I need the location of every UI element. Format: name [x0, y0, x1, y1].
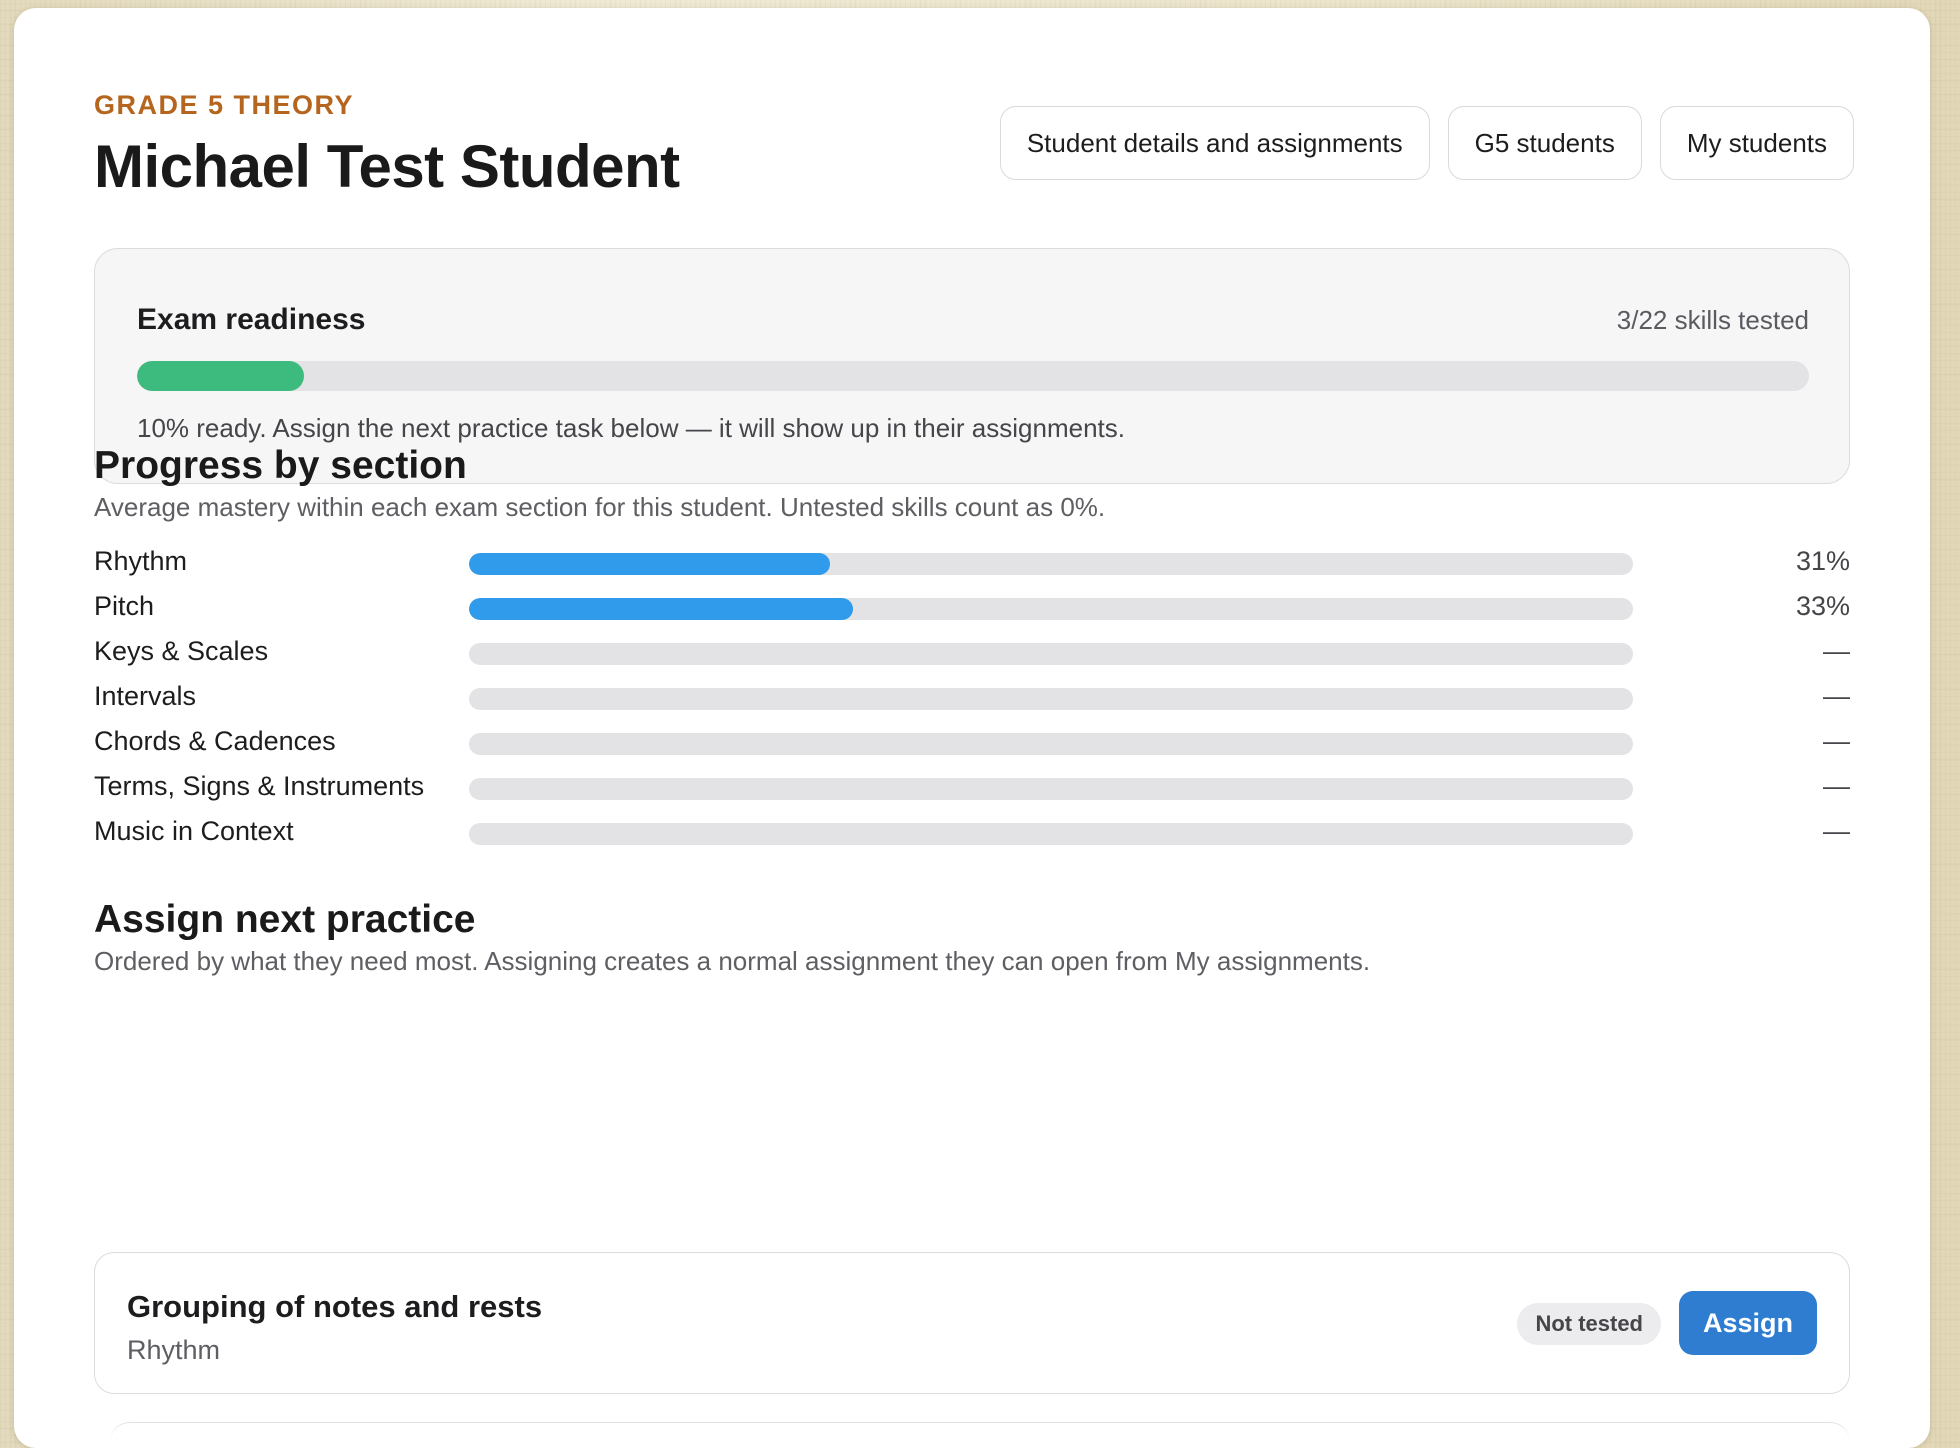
section-row-music-in-context: Music in Context —: [94, 812, 1850, 852]
my-students-button[interactable]: My students: [1659, 106, 1854, 180]
readiness-progress-fill: [137, 361, 305, 391]
status-badge: Not tested: [1517, 1303, 1661, 1345]
section-progress-bar: [469, 598, 1633, 620]
grade-eyebrow: GRADE 5 THEORY: [94, 90, 355, 120]
student-details-button[interactable]: Student details and assignments: [999, 106, 1430, 180]
assign-heading: Assign next practice: [94, 898, 476, 941]
section-value: —: [1823, 726, 1850, 756]
section-row-rhythm: Rhythm 31%: [94, 542, 1850, 582]
section-label: Keys & Scales: [94, 636, 269, 666]
task-title: Grouping of notes and rests: [127, 1289, 543, 1324]
header-nav: Student details and assignments G5 stude…: [999, 106, 1854, 180]
g5-students-button[interactable]: G5 students: [1447, 106, 1642, 180]
section-progress-bar: [469, 553, 1633, 575]
section-value: —: [1823, 771, 1850, 801]
readiness-message: 10% ready. Assign the next practice task…: [137, 413, 1125, 443]
task-section: Rhythm: [127, 1335, 221, 1365]
section-progress-fill: [469, 553, 830, 575]
readiness-progress-bar: [137, 361, 1809, 391]
section-row-terms-signs: Terms, Signs & Instruments —: [94, 767, 1850, 807]
section-row-pitch: Pitch 33%: [94, 587, 1850, 627]
page-title: Michael Test Student: [94, 133, 680, 200]
section-value: —: [1823, 681, 1850, 711]
section-progress-bar: [469, 688, 1633, 710]
progress-subtitle: Average mastery within each exam section…: [94, 492, 1106, 522]
section-row-chords-cadences: Chords & Cadences —: [94, 722, 1850, 762]
readiness-title: Exam readiness: [137, 303, 366, 336]
progress-heading: Progress by section: [94, 444, 467, 487]
section-label: Rhythm: [94, 546, 188, 576]
section-row-intervals: Intervals —: [94, 677, 1850, 717]
section-value: 33%: [1795, 591, 1850, 621]
section-progress-bar: [469, 643, 1633, 665]
section-value: 31%: [1795, 546, 1850, 576]
section-label: Pitch: [94, 591, 155, 621]
practice-task-card: Grouping of notes and rests Rhythm Not t…: [94, 1252, 1850, 1394]
section-label: Chords & Cadences: [94, 726, 336, 756]
section-progress-bar: [469, 823, 1633, 845]
section-progress-bar: [469, 733, 1633, 755]
section-progress-fill: [469, 598, 854, 620]
section-value: —: [1823, 636, 1850, 666]
skills-tested-count: 3/22 skills tested: [1616, 305, 1809, 335]
section-label: Music in Context: [94, 816, 294, 846]
student-card: GRADE 5 THEORY Michael Test Student Stud…: [14, 8, 1930, 1448]
assign-button[interactable]: Assign: [1678, 1291, 1817, 1355]
section-label: Intervals: [94, 681, 197, 711]
next-task-card: [110, 1422, 1850, 1443]
assign-subtitle: Ordered by what they need most. Assignin…: [94, 946, 1371, 976]
section-value: —: [1823, 816, 1850, 846]
section-label: Terms, Signs & Instruments: [94, 771, 425, 801]
section-progress-bar: [469, 778, 1633, 800]
section-row-keys-scales: Keys & Scales —: [94, 632, 1850, 672]
